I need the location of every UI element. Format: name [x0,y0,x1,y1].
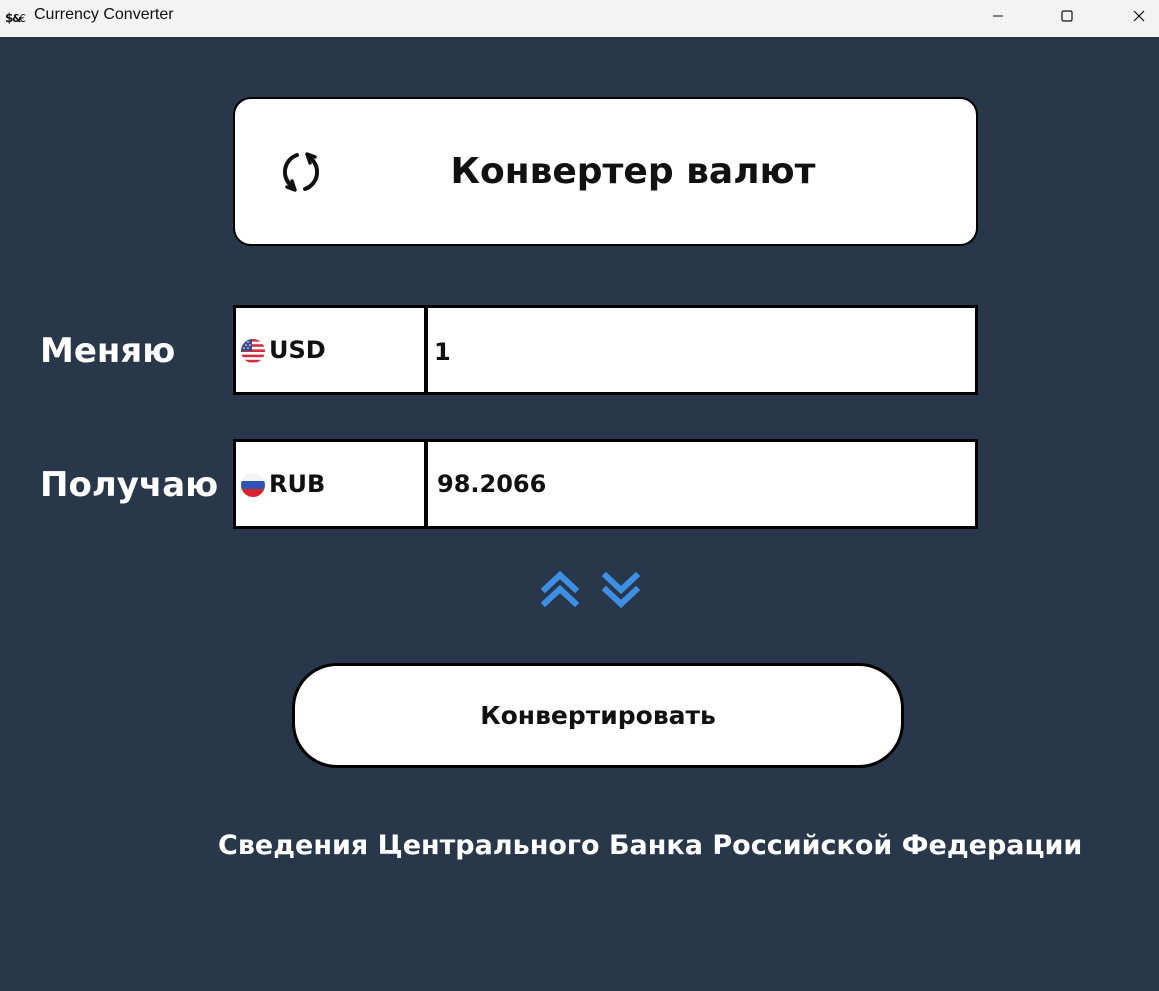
window-title: Currency Converter [34,6,174,23]
get-label: Получаю [40,465,219,505]
minimize-button[interactable] [975,0,1021,32]
give-currency-code: USD [269,336,326,364]
title-bar: $ & € Currency Converter [0,0,1159,37]
swap-up-button[interactable] [540,570,580,610]
give-currency-select[interactable]: USD [233,305,427,395]
convert-button[interactable]: Конвертировать [292,663,904,768]
swap-down-button[interactable] [601,570,641,610]
get-currency-select[interactable]: RUB [233,439,427,529]
header-card: Конвертер валют [233,97,978,246]
get-currency-code: RUB [269,470,326,498]
maximize-button[interactable] [1044,0,1090,32]
us-flag-icon [241,339,265,363]
ru-flag-icon [241,473,265,497]
double-chevron-down-icon [601,571,641,609]
app-heading: Конвертер валют [450,151,816,192]
give-amount-value: 1 [434,338,451,366]
data-source-text: Сведения Центрального Банка Российской Ф… [218,830,1083,861]
give-amount-input[interactable]: 1 [425,305,978,395]
minimize-icon [993,15,1003,17]
close-icon [1133,10,1145,22]
get-amount-output[interactable]: 98.2066 [425,439,978,529]
give-label: Меняю [40,331,176,371]
svg-text:€: € [19,12,26,25]
maximize-icon [1061,10,1073,22]
close-button[interactable] [1116,0,1159,32]
get-amount-value: 98.2066 [437,470,547,498]
app-icon: $ & € [5,9,27,25]
double-chevron-up-icon [540,570,580,608]
